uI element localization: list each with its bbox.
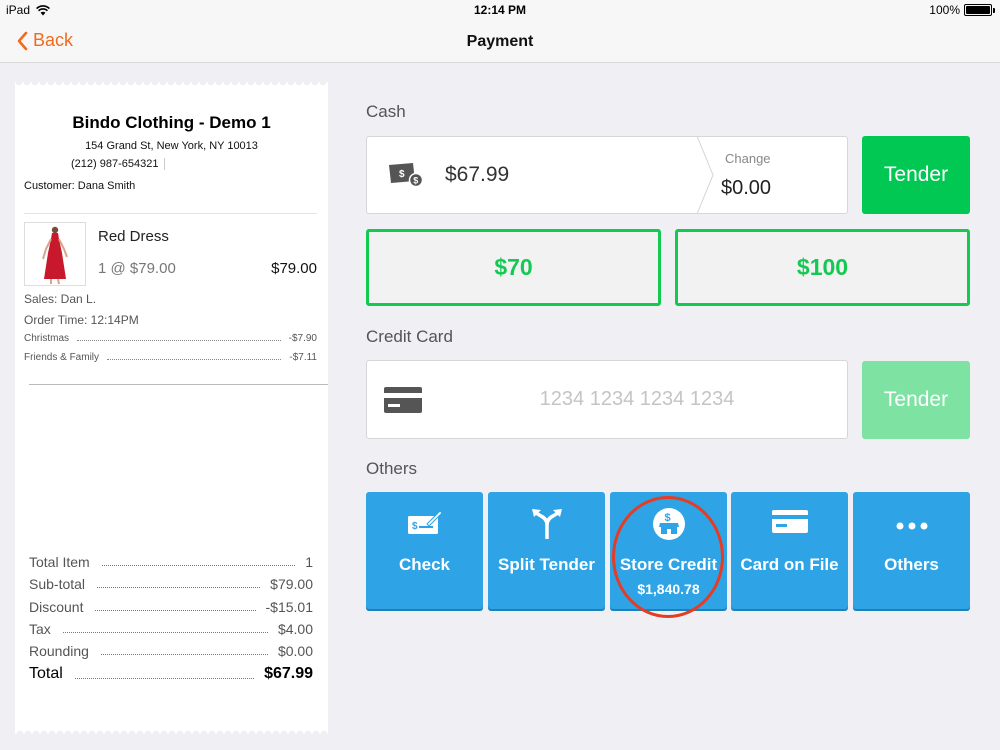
change-value: $0.00 (721, 177, 772, 199)
more-dots-icon (896, 522, 927, 530)
change-label: Change (725, 151, 771, 166)
discount-value: -$7.90 (288, 333, 317, 344)
card-number-input[interactable] (507, 388, 767, 411)
tile-label: Others (884, 555, 939, 574)
receipt: Bindo Clothing - Demo 1 154 Grand St, Ne… (15, 82, 328, 734)
totals-value: $79.00 (270, 576, 313, 592)
clock: 12:14 PM (473, 3, 527, 17)
store-credit-balance: $1,840.78 (637, 581, 700, 597)
total-item-row: Total Item 1 (29, 554, 313, 570)
svg-text:$: $ (412, 521, 418, 532)
check-tile[interactable]: $ Check (366, 492, 483, 609)
totals-label: Total Item (29, 554, 90, 570)
item-total: $79.00 (271, 260, 317, 277)
cash-amount-value: $67.99 (445, 163, 510, 186)
chevron-divider (697, 136, 714, 214)
credit-card-field[interactable] (366, 360, 848, 439)
sales-person: Sales: Dan L. (24, 292, 97, 306)
store-name: Bindo Clothing - Demo 1 (72, 113, 271, 132)
divider (29, 384, 328, 385)
status-bar: iPad 12:14 PM 100% (0, 0, 1000, 22)
totals-value: -$15.01 (265, 599, 313, 615)
grand-total-row: Total $67.99 (29, 665, 313, 683)
totals-value: 1 (305, 554, 313, 570)
battery-percent: 100% (929, 3, 960, 17)
split-tender-tile[interactable]: Split Tender (488, 492, 605, 609)
tile-label: Store Credit (619, 555, 718, 574)
discount-row: Friends & Family -$7.11 (24, 352, 317, 363)
tile-label: Card on File (740, 555, 839, 574)
credit-card-section-label: Credit Card (366, 327, 453, 346)
svg-text:$: $ (413, 176, 418, 186)
others-section-label: Others (366, 459, 418, 478)
totals-label: Rounding (29, 643, 89, 659)
tile-label: Check (398, 555, 451, 574)
page-title: Payment (466, 33, 534, 50)
svg-text:$: $ (664, 512, 670, 524)
customer-name: Customer: Dana Smith (24, 180, 136, 192)
grand-total-label: Total (29, 665, 63, 682)
battery-status: 100% (929, 3, 995, 17)
divider (24, 213, 317, 214)
cash-icon: $ $ (389, 163, 424, 188)
store-phone: (212) 987-654321 (71, 158, 166, 170)
tile-label: Split Tender (498, 555, 595, 574)
discount-label: Friends & Family (24, 352, 100, 363)
store-credit-icon: $ (652, 508, 685, 540)
rounding-row: Rounding $0.00 (29, 643, 313, 659)
discount-total-row: Discount -$15.01 (29, 599, 313, 615)
product-thumbnail (24, 222, 86, 286)
store-credit-tile[interactable]: $ Store Credit $1,840.78 (610, 492, 727, 609)
subtotal-row: Sub-total $79.00 (29, 576, 313, 592)
card-on-file-tile[interactable]: Card on File (731, 492, 848, 609)
split-arrows-icon (531, 509, 562, 539)
red-dress-image (42, 226, 68, 285)
credit-card-tender-button[interactable]: Tender (862, 361, 970, 439)
quick-cash-70-button[interactable]: $70 (366, 229, 661, 306)
check-icon: $ (407, 510, 443, 534)
others-tile[interactable]: Others (853, 492, 970, 609)
totals-value: $0.00 (277, 643, 313, 659)
totals-label: Sub-total (29, 576, 86, 592)
totals-value: $4.00 (277, 621, 313, 637)
cash-amount-field[interactable]: $ $ $67.99 Change $0.00 (366, 136, 848, 214)
discount-value: -$7.11 (289, 352, 317, 363)
cash-tender-button[interactable]: Tender (862, 136, 970, 214)
svg-text:$: $ (399, 169, 405, 180)
item-name: Red Dress (98, 228, 169, 245)
battery-icon (964, 4, 995, 16)
grand-total-value: $67.99 (264, 665, 313, 682)
quick-cash-100-button[interactable]: $100 (675, 229, 970, 306)
totals-label: Discount (29, 599, 84, 615)
cash-section-label: Cash (366, 102, 406, 121)
discount-label: Christmas (24, 333, 70, 344)
discount-row: Christmas -$7.90 (24, 333, 317, 344)
item-quantity-price: 1 @ $79.00 (98, 260, 176, 277)
totals-label: Tax (29, 621, 51, 637)
card-on-file-icon (771, 510, 808, 533)
tax-row: Tax $4.00 (29, 621, 313, 637)
credit-card-icon (384, 387, 422, 413)
nav-bar: Back Payment (0, 22, 1000, 63)
store-address: 154 Grand St, New York, NY 10013 (85, 140, 258, 152)
order-time: Order Time: 12:14PM (24, 313, 139, 327)
